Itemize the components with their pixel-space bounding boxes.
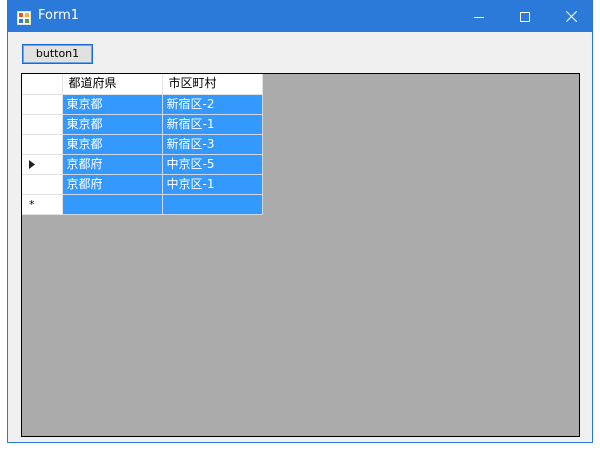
grid-table: 都道府県 市区町村 東京都 新宿区-2 東京都 新宿区-1 東京都 新宿区-3 … <box>22 74 263 215</box>
header-row: 都道府県 市区町村 <box>22 74 263 95</box>
table-row[interactable]: 東京都 新宿区-3 <box>22 134 263 155</box>
window-title: Form1 <box>38 8 80 23</box>
row-header[interactable] <box>22 174 63 195</box>
column-header-city[interactable]: 市区町村 <box>162 74 263 95</box>
close-icon <box>565 11 577 22</box>
row-header[interactable] <box>22 114 63 135</box>
row-header-current[interactable] <box>22 154 63 175</box>
row-header[interactable] <box>22 94 63 115</box>
maximize-icon <box>520 11 530 22</box>
grid-cell[interactable]: 京都府 <box>62 154 163 175</box>
current-row-arrow-icon <box>29 155 35 175</box>
grid-cell[interactable]: 京都府 <box>62 174 163 195</box>
data-grid-view[interactable]: 都道府県 市区町村 東京都 新宿区-2 東京都 新宿区-1 東京都 新宿区-3 … <box>21 73 580 437</box>
grid-cell[interactable]: 新宿区-3 <box>162 134 263 155</box>
close-button[interactable] <box>548 1 594 32</box>
minimize-button[interactable] <box>456 1 502 32</box>
grid-cell[interactable]: 東京都 <box>62 94 163 115</box>
table-row[interactable]: 京都府 中京区-1 <box>22 174 263 195</box>
corner-header-cell[interactable] <box>22 74 63 95</box>
minimize-icon <box>474 16 484 18</box>
maximize-button[interactable] <box>502 1 548 32</box>
table-row[interactable]: 東京都 新宿区-2 <box>22 94 263 115</box>
form-window: Form1 button1 都道府県 市区町村 東京都 新宿区-2 東京都 新宿… <box>7 0 593 443</box>
button1[interactable]: button1 <box>22 44 93 64</box>
grid-cell[interactable]: 東京都 <box>62 134 163 155</box>
grid-cell[interactable] <box>62 194 163 215</box>
grid-cell[interactable]: 東京都 <box>62 114 163 135</box>
app-icon <box>16 10 32 26</box>
grid-cell[interactable]: 中京区-1 <box>162 174 263 195</box>
grid-cell[interactable]: 新宿区-2 <box>162 94 263 115</box>
table-row[interactable]: 東京都 新宿区-1 <box>22 114 263 135</box>
row-header[interactable] <box>22 134 63 155</box>
row-header-new[interactable]: * <box>22 194 63 215</box>
grid-cell[interactable]: 新宿区-1 <box>162 114 263 135</box>
column-header-prefecture[interactable]: 都道府県 <box>62 74 163 95</box>
grid-cell[interactable] <box>162 194 263 215</box>
table-row-current[interactable]: 京都府 中京区-5 <box>22 154 263 175</box>
new-row[interactable]: * <box>22 194 263 215</box>
title-bar[interactable]: Form1 <box>8 1 592 32</box>
grid-cell[interactable]: 中京区-5 <box>162 154 263 175</box>
new-row-marker: * <box>29 198 35 211</box>
